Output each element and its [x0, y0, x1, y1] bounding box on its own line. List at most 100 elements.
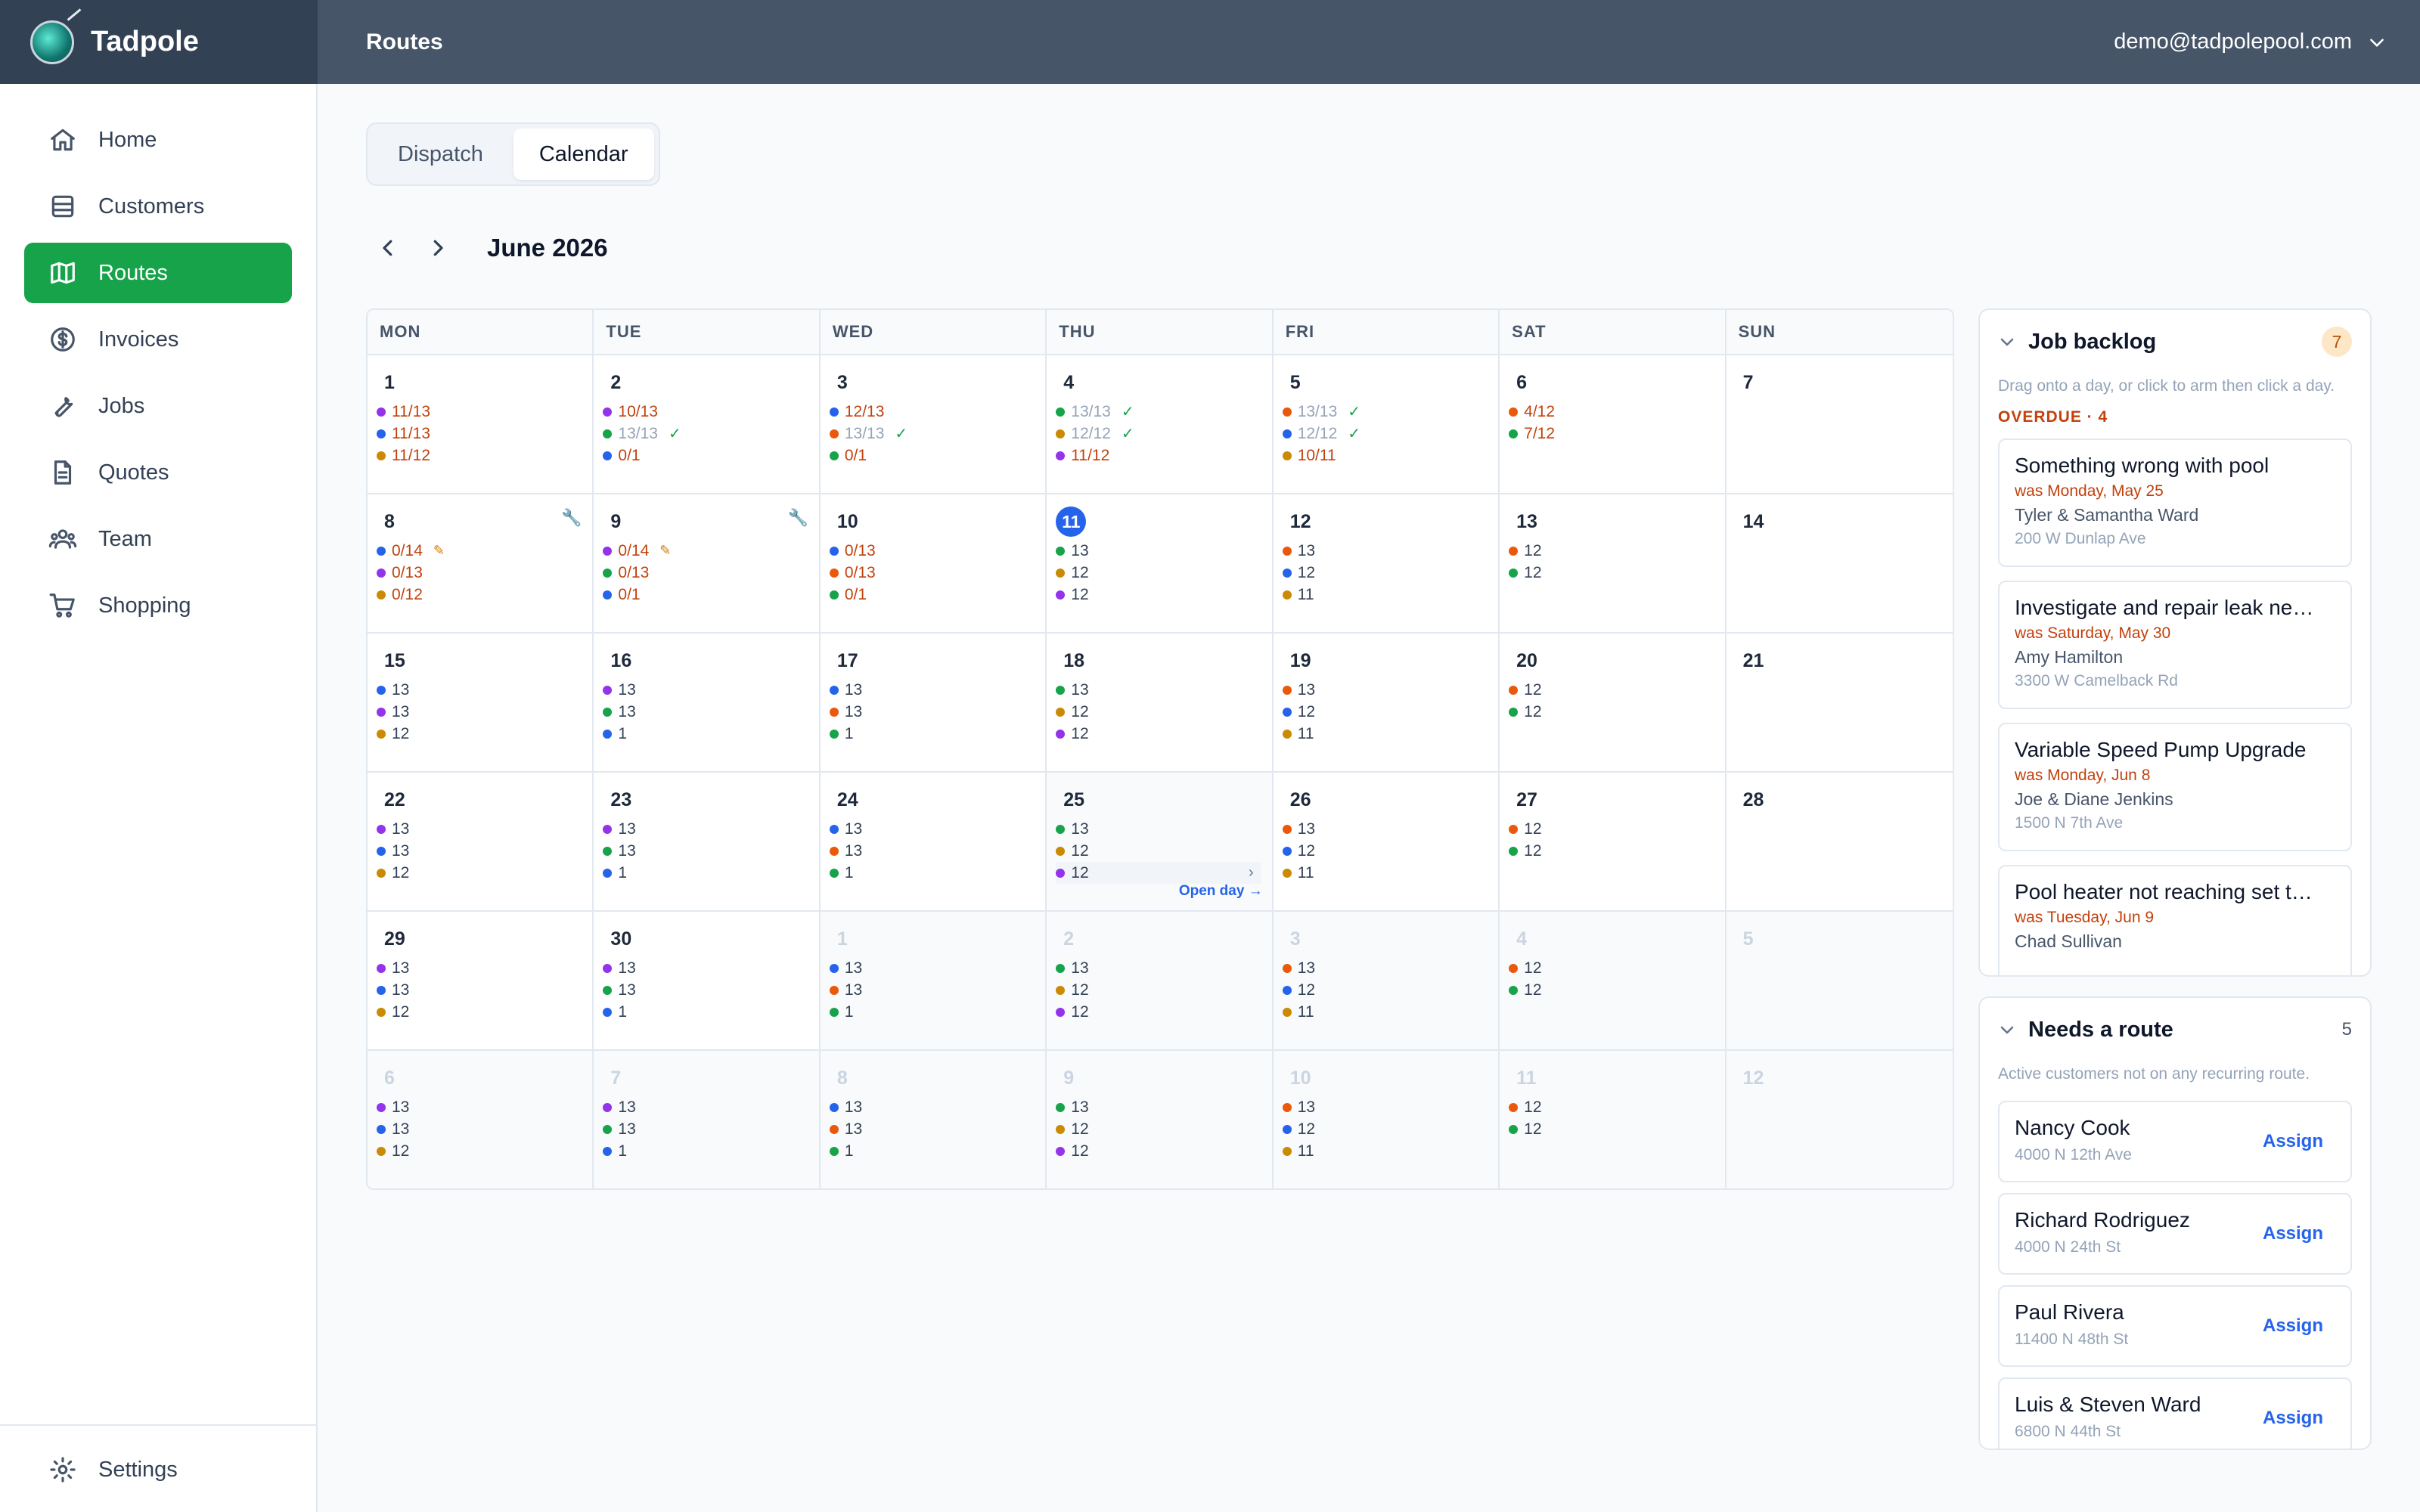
route-entry[interactable]: 11/13	[377, 401, 592, 423]
route-entry[interactable]: 11	[1282, 584, 1498, 606]
route-entry[interactable]: 0/13	[603, 562, 818, 584]
route-entry[interactable]: 12	[1509, 1096, 1724, 1118]
route-entry[interactable]: 1	[603, 1001, 818, 1023]
calendar-day-cell[interactable]: 25 13 12 12 › Open day →	[1047, 773, 1274, 912]
route-entry[interactable]: 13	[829, 957, 1045, 979]
route-entry[interactable]: 4/12	[1509, 401, 1724, 423]
calendar-day-cell[interactable]: 22 13 13 12	[368, 773, 594, 912]
route-entry[interactable]: 13	[603, 818, 818, 840]
route-entry[interactable]: 12	[1282, 1118, 1498, 1140]
route-entry[interactable]: 12	[1056, 1001, 1271, 1023]
route-entry[interactable]: 1	[829, 862, 1045, 884]
calendar-day-cell[interactable]: 1 13 13 1	[820, 912, 1047, 1051]
route-entry[interactable]: 11/13	[377, 423, 592, 445]
assign-button[interactable]: Assign	[2263, 1408, 2323, 1429]
route-entry[interactable]: 13	[1282, 1096, 1498, 1118]
calendar-day-cell[interactable]: 4 13/13 ✓ 12/12 ✓ 11/12	[1047, 355, 1274, 494]
route-entry[interactable]: 13	[829, 818, 1045, 840]
calendar-day-cell[interactable]: 27 12 12	[1500, 773, 1727, 912]
route-entry[interactable]: 0/1	[603, 445, 818, 466]
route-entry[interactable]: 0/1	[603, 584, 818, 606]
calendar-day-cell[interactable]: 5	[1726, 912, 1953, 1051]
calendar-day-cell[interactable]: 19 13 12 11	[1273, 634, 1500, 773]
job-card[interactable]: Variable Speed Pump Upgrade was Monday, …	[1998, 723, 2352, 851]
route-entry[interactable]: 0/13	[829, 562, 1045, 584]
route-entry[interactable]: 1	[603, 1140, 818, 1162]
brand[interactable]: Tadpole	[0, 0, 318, 84]
calendar-day-cell[interactable]: 6 4/12 7/12	[1500, 355, 1727, 494]
calendar-day-cell[interactable]: 15 13 13 12	[368, 634, 594, 773]
assign-button[interactable]: Assign	[2263, 1223, 2323, 1244]
route-entry[interactable]: 12	[377, 1001, 592, 1023]
needs-route-header[interactable]: Needs a route 5	[1980, 998, 2370, 1061]
route-entry[interactable]: 13	[377, 818, 592, 840]
route-entry[interactable]: 12	[377, 862, 592, 884]
route-entry[interactable]: 12	[1509, 840, 1724, 862]
calendar-day-cell[interactable]: 5 13/13 ✓ 12/12 ✓ 10/11	[1273, 355, 1500, 494]
route-entry[interactable]: 1	[603, 723, 818, 745]
route-entry[interactable]: 13	[1282, 540, 1498, 562]
calendar-day-cell[interactable]: 3 12/13 13/13 ✓ 0/1	[820, 355, 1047, 494]
calendar-day-cell[interactable]: 7	[1726, 355, 1953, 494]
route-entry[interactable]: 12	[1056, 1118, 1271, 1140]
calendar-day-cell[interactable]: 2 10/13 13/13 ✓ 0/1	[594, 355, 821, 494]
route-entry[interactable]: 13	[829, 1096, 1045, 1118]
calendar-day-cell[interactable]: 1 11/13 11/13 11/12	[368, 355, 594, 494]
calendar-day-cell[interactable]: 13 12 12	[1500, 494, 1727, 634]
calendar-day-cell[interactable]: 14	[1726, 494, 1953, 634]
route-entry[interactable]: 13/13 ✓	[829, 423, 1045, 445]
route-entry[interactable]: 11/12	[377, 445, 592, 466]
route-entry[interactable]: 12	[1509, 979, 1724, 1001]
route-entry[interactable]: 1	[603, 862, 818, 884]
route-entry[interactable]: 13	[603, 957, 818, 979]
sidebar-item-routes[interactable]: Routes	[24, 243, 292, 303]
route-entry[interactable]: 1	[829, 1001, 1045, 1023]
route-entry[interactable]: 12	[1056, 979, 1271, 1001]
route-entry[interactable]: 1	[829, 723, 1045, 745]
route-entry[interactable]: 13	[377, 1118, 592, 1140]
route-entry[interactable]: 13	[1282, 957, 1498, 979]
route-entry[interactable]: 12	[377, 723, 592, 745]
sidebar-item-jobs[interactable]: Jobs	[24, 376, 292, 436]
job-card[interactable]: Something wrong with pool was Monday, Ma…	[1998, 438, 2352, 567]
calendar-day-cell[interactable]: 8 13 13 1	[820, 1051, 1047, 1188]
route-entry[interactable]: 11	[1282, 1001, 1498, 1023]
route-entry[interactable]: 13	[829, 701, 1045, 723]
route-entry[interactable]: 0/13	[377, 562, 592, 584]
route-entry[interactable]: 0/14 ✎	[377, 540, 592, 562]
route-entry[interactable]: 13	[603, 1096, 818, 1118]
route-entry[interactable]: 12	[1509, 1118, 1724, 1140]
route-entry[interactable]: 13	[1282, 679, 1498, 701]
route-entry[interactable]: 12	[1282, 701, 1498, 723]
calendar-day-cell[interactable]: 8 🔧 0/14 ✎ 0/13 0/12	[368, 494, 594, 634]
route-entry[interactable]: 13	[1056, 540, 1271, 562]
route-entry[interactable]: 12	[1056, 584, 1271, 606]
route-entry[interactable]: 0/12	[377, 584, 592, 606]
route-entry[interactable]: 10/13	[603, 401, 818, 423]
assign-button[interactable]: Assign	[2263, 1131, 2323, 1152]
calendar-day-cell[interactable]: 26 13 12 11	[1273, 773, 1500, 912]
route-entry[interactable]: 12/12 ✓	[1056, 423, 1271, 445]
job-backlog-header[interactable]: Job backlog 7	[1980, 310, 2370, 373]
route-entry[interactable]: 11	[1282, 862, 1498, 884]
calendar-day-cell[interactable]: 30 13 13 1	[594, 912, 821, 1051]
route-entry[interactable]: 0/13	[829, 540, 1045, 562]
route-entry[interactable]: 13/13 ✓	[603, 423, 818, 445]
calendar-day-cell[interactable]: 24 13 13 1	[820, 773, 1047, 912]
tab-dispatch[interactable]: Dispatch	[372, 129, 509, 180]
calendar-day-cell[interactable]: 6 13 13 12	[368, 1051, 594, 1188]
calendar-day-cell[interactable]: 17 13 13 1	[820, 634, 1047, 773]
route-entry[interactable]: 0/14 ✎	[603, 540, 818, 562]
route-entry[interactable]: 13	[829, 979, 1045, 1001]
calendar-day-cell[interactable]: 3 13 12 11	[1273, 912, 1500, 1051]
tab-calendar[interactable]: Calendar	[513, 129, 654, 180]
sidebar-item-shopping[interactable]: Shopping	[24, 575, 292, 636]
next-month-button[interactable]	[420, 231, 455, 265]
route-entry[interactable]: 12	[1056, 723, 1271, 745]
calendar-day-cell[interactable]: 12 13 12 11	[1273, 494, 1500, 634]
sidebar-item-home[interactable]: Home	[24, 110, 292, 170]
route-entry[interactable]: 12/13	[829, 401, 1045, 423]
route-entry[interactable]: 7/12	[1509, 423, 1724, 445]
route-entry[interactable]: 13	[829, 1118, 1045, 1140]
sidebar-item-settings[interactable]: Settings	[24, 1439, 292, 1500]
